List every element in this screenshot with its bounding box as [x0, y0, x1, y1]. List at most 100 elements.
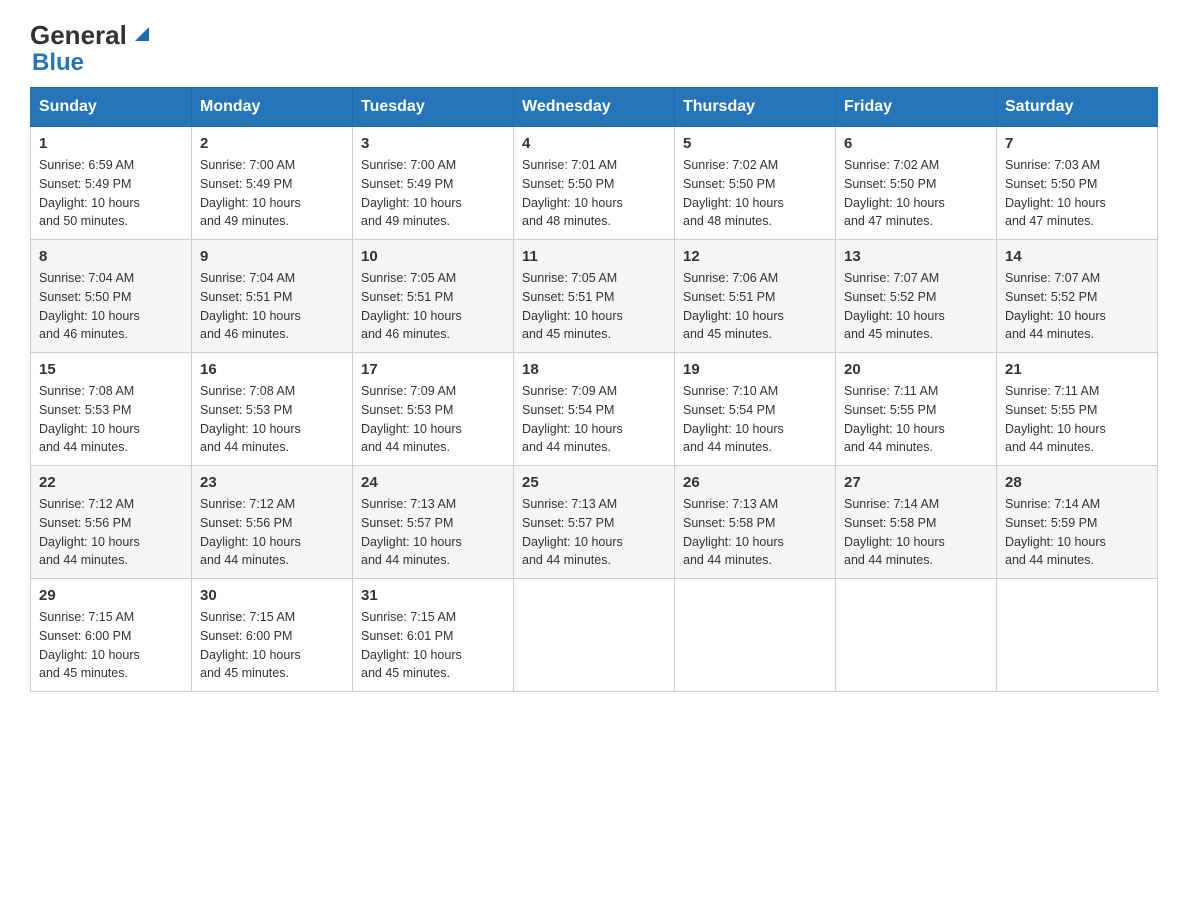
calendar-week-row: 8 Sunrise: 7:04 AMSunset: 5:50 PMDayligh… [31, 240, 1158, 353]
day-number: 12 [683, 248, 827, 265]
day-number: 13 [844, 248, 988, 265]
day-info: Sunrise: 7:15 AMSunset: 6:00 PMDaylight:… [39, 608, 183, 683]
day-number: 10 [361, 248, 505, 265]
calendar-cell: 19 Sunrise: 7:10 AMSunset: 5:54 PMDaylig… [675, 353, 836, 466]
calendar-cell: 2 Sunrise: 7:00 AMSunset: 5:49 PMDayligh… [192, 127, 353, 240]
day-number: 19 [683, 361, 827, 378]
day-number: 25 [522, 474, 666, 491]
calendar-header-friday: Friday [836, 88, 997, 127]
calendar-week-row: 22 Sunrise: 7:12 AMSunset: 5:56 PMDaylig… [31, 466, 1158, 579]
calendar-cell: 15 Sunrise: 7:08 AMSunset: 5:53 PMDaylig… [31, 353, 192, 466]
day-info: Sunrise: 7:13 AMSunset: 5:57 PMDaylight:… [361, 495, 505, 570]
day-info: Sunrise: 7:00 AMSunset: 5:49 PMDaylight:… [200, 156, 344, 231]
calendar-cell: 10 Sunrise: 7:05 AMSunset: 5:51 PMDaylig… [353, 240, 514, 353]
calendar-week-row: 15 Sunrise: 7:08 AMSunset: 5:53 PMDaylig… [31, 353, 1158, 466]
calendar-cell: 7 Sunrise: 7:03 AMSunset: 5:50 PMDayligh… [997, 127, 1158, 240]
day-number: 5 [683, 135, 827, 152]
calendar-week-row: 1 Sunrise: 6:59 AMSunset: 5:49 PMDayligh… [31, 127, 1158, 240]
day-info: Sunrise: 7:12 AMSunset: 5:56 PMDaylight:… [39, 495, 183, 570]
day-info: Sunrise: 7:14 AMSunset: 5:59 PMDaylight:… [1005, 495, 1149, 570]
calendar-cell [836, 579, 997, 692]
day-info: Sunrise: 7:13 AMSunset: 5:57 PMDaylight:… [522, 495, 666, 570]
day-number: 31 [361, 587, 505, 604]
calendar-cell: 17 Sunrise: 7:09 AMSunset: 5:53 PMDaylig… [353, 353, 514, 466]
day-info: Sunrise: 7:13 AMSunset: 5:58 PMDaylight:… [683, 495, 827, 570]
day-info: Sunrise: 7:06 AMSunset: 5:51 PMDaylight:… [683, 269, 827, 344]
day-info: Sunrise: 7:02 AMSunset: 5:50 PMDaylight:… [683, 156, 827, 231]
day-number: 20 [844, 361, 988, 378]
day-number: 7 [1005, 135, 1149, 152]
day-number: 29 [39, 587, 183, 604]
calendar-cell: 12 Sunrise: 7:06 AMSunset: 5:51 PMDaylig… [675, 240, 836, 353]
calendar-cell: 13 Sunrise: 7:07 AMSunset: 5:52 PMDaylig… [836, 240, 997, 353]
logo: General Blue [30, 20, 153, 77]
calendar-cell: 18 Sunrise: 7:09 AMSunset: 5:54 PMDaylig… [514, 353, 675, 466]
calendar-cell: 20 Sunrise: 7:11 AMSunset: 5:55 PMDaylig… [836, 353, 997, 466]
day-info: Sunrise: 7:04 AMSunset: 5:51 PMDaylight:… [200, 269, 344, 344]
day-number: 8 [39, 248, 183, 265]
calendar-cell: 1 Sunrise: 6:59 AMSunset: 5:49 PMDayligh… [31, 127, 192, 240]
day-info: Sunrise: 7:15 AMSunset: 6:01 PMDaylight:… [361, 608, 505, 683]
calendar-cell [675, 579, 836, 692]
day-number: 30 [200, 587, 344, 604]
page-header: General Blue [30, 20, 1158, 77]
day-info: Sunrise: 7:09 AMSunset: 5:54 PMDaylight:… [522, 382, 666, 457]
calendar-cell: 5 Sunrise: 7:02 AMSunset: 5:50 PMDayligh… [675, 127, 836, 240]
day-number: 22 [39, 474, 183, 491]
day-number: 2 [200, 135, 344, 152]
calendar-table: SundayMondayTuesdayWednesdayThursdayFrid… [30, 87, 1158, 692]
day-info: Sunrise: 7:05 AMSunset: 5:51 PMDaylight:… [522, 269, 666, 344]
calendar-cell: 11 Sunrise: 7:05 AMSunset: 5:51 PMDaylig… [514, 240, 675, 353]
calendar-cell: 21 Sunrise: 7:11 AMSunset: 5:55 PMDaylig… [997, 353, 1158, 466]
calendar-header-thursday: Thursday [675, 88, 836, 127]
day-info: Sunrise: 7:03 AMSunset: 5:50 PMDaylight:… [1005, 156, 1149, 231]
day-info: Sunrise: 7:08 AMSunset: 5:53 PMDaylight:… [39, 382, 183, 457]
calendar-cell: 30 Sunrise: 7:15 AMSunset: 6:00 PMDaylig… [192, 579, 353, 692]
calendar-cell: 29 Sunrise: 7:15 AMSunset: 6:00 PMDaylig… [31, 579, 192, 692]
day-info: Sunrise: 7:05 AMSunset: 5:51 PMDaylight:… [361, 269, 505, 344]
calendar-week-row: 29 Sunrise: 7:15 AMSunset: 6:00 PMDaylig… [31, 579, 1158, 692]
calendar-cell: 6 Sunrise: 7:02 AMSunset: 5:50 PMDayligh… [836, 127, 997, 240]
day-number: 28 [1005, 474, 1149, 491]
day-info: Sunrise: 7:07 AMSunset: 5:52 PMDaylight:… [1005, 269, 1149, 344]
day-info: Sunrise: 7:11 AMSunset: 5:55 PMDaylight:… [844, 382, 988, 457]
day-info: Sunrise: 7:02 AMSunset: 5:50 PMDaylight:… [844, 156, 988, 231]
day-number: 17 [361, 361, 505, 378]
day-info: Sunrise: 7:01 AMSunset: 5:50 PMDaylight:… [522, 156, 666, 231]
day-number: 6 [844, 135, 988, 152]
day-number: 14 [1005, 248, 1149, 265]
calendar-cell: 16 Sunrise: 7:08 AMSunset: 5:53 PMDaylig… [192, 353, 353, 466]
logo-blue-text: Blue [32, 49, 153, 77]
day-info: Sunrise: 7:04 AMSunset: 5:50 PMDaylight:… [39, 269, 183, 344]
calendar-cell: 14 Sunrise: 7:07 AMSunset: 5:52 PMDaylig… [997, 240, 1158, 353]
calendar-cell: 25 Sunrise: 7:13 AMSunset: 5:57 PMDaylig… [514, 466, 675, 579]
calendar-header-tuesday: Tuesday [353, 88, 514, 127]
logo-general-text: General [30, 20, 127, 51]
calendar-cell: 4 Sunrise: 7:01 AMSunset: 5:50 PMDayligh… [514, 127, 675, 240]
day-number: 9 [200, 248, 344, 265]
day-info: Sunrise: 6:59 AMSunset: 5:49 PMDaylight:… [39, 156, 183, 231]
calendar-cell: 24 Sunrise: 7:13 AMSunset: 5:57 PMDaylig… [353, 466, 514, 579]
calendar-header-monday: Monday [192, 88, 353, 127]
day-number: 3 [361, 135, 505, 152]
calendar-cell [514, 579, 675, 692]
day-number: 24 [361, 474, 505, 491]
day-number: 27 [844, 474, 988, 491]
calendar-cell: 3 Sunrise: 7:00 AMSunset: 5:49 PMDayligh… [353, 127, 514, 240]
calendar-cell: 27 Sunrise: 7:14 AMSunset: 5:58 PMDaylig… [836, 466, 997, 579]
calendar-cell: 22 Sunrise: 7:12 AMSunset: 5:56 PMDaylig… [31, 466, 192, 579]
logo-triangle-icon [131, 23, 153, 45]
day-info: Sunrise: 7:08 AMSunset: 5:53 PMDaylight:… [200, 382, 344, 457]
calendar-cell: 8 Sunrise: 7:04 AMSunset: 5:50 PMDayligh… [31, 240, 192, 353]
calendar-header-sunday: Sunday [31, 88, 192, 127]
calendar-cell: 23 Sunrise: 7:12 AMSunset: 5:56 PMDaylig… [192, 466, 353, 579]
calendar-cell: 31 Sunrise: 7:15 AMSunset: 6:01 PMDaylig… [353, 579, 514, 692]
day-info: Sunrise: 7:12 AMSunset: 5:56 PMDaylight:… [200, 495, 344, 570]
day-number: 1 [39, 135, 183, 152]
day-info: Sunrise: 7:15 AMSunset: 6:00 PMDaylight:… [200, 608, 344, 683]
calendar-cell: 9 Sunrise: 7:04 AMSunset: 5:51 PMDayligh… [192, 240, 353, 353]
day-info: Sunrise: 7:14 AMSunset: 5:58 PMDaylight:… [844, 495, 988, 570]
day-number: 16 [200, 361, 344, 378]
day-number: 18 [522, 361, 666, 378]
day-number: 21 [1005, 361, 1149, 378]
